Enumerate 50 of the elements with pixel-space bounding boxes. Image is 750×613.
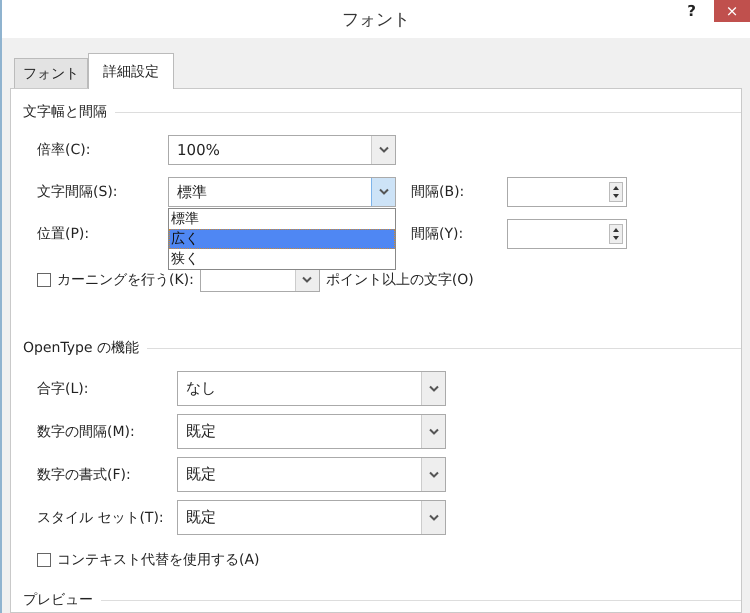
dropdown-button[interactable]	[421, 458, 445, 491]
dropdown-button[interactable]	[294, 269, 319, 291]
field-label: 文字間隔(S):	[37, 183, 119, 201]
dropdown-button[interactable]	[421, 501, 445, 534]
help-button[interactable]: ?	[687, 2, 696, 20]
field-label: 間隔(Y):	[411, 225, 464, 243]
spinner-arrows-icon	[609, 182, 623, 202]
field-label: 位置(P):	[37, 225, 90, 243]
group-heading: 文字幅と間隔	[23, 103, 107, 121]
field-label: 倍率(C):	[37, 141, 92, 159]
dropdown-option[interactable]: 狭く	[169, 249, 395, 269]
chevron-down-icon	[428, 384, 440, 392]
dropdown-button[interactable]	[371, 178, 395, 206]
checkbox-label: コンテキスト代替を使用する(A)	[57, 551, 260, 569]
spinner-arrows-icon	[609, 224, 623, 244]
chevron-down-icon	[428, 428, 440, 436]
spin-field[interactable]	[507, 177, 627, 207]
field-label: ポイント以上の文字(O)	[326, 271, 474, 289]
dropdown-field[interactable]: 既定	[177, 414, 446, 449]
dropdown-field[interactable]: 100%	[168, 135, 396, 165]
close-button[interactable]: ×	[714, 0, 750, 22]
window-title: フォント	[342, 8, 410, 30]
checkbox[interactable]	[37, 273, 51, 287]
dropdown-field[interactable]: なし	[177, 371, 446, 406]
chevron-down-icon	[301, 276, 314, 284]
checkbox[interactable]	[37, 553, 51, 567]
dropdown-button[interactable]	[421, 372, 445, 405]
chevron-down-icon	[428, 514, 440, 522]
dropdown-option[interactable]: 広く	[169, 229, 395, 249]
tab[interactable]: フォント	[14, 58, 88, 88]
field-label: 数字の書式(F):	[37, 466, 132, 484]
group-heading: OpenType の機能	[23, 339, 139, 357]
chevron-down-icon	[378, 188, 390, 196]
field-label: 合字(L):	[37, 380, 90, 398]
dropdown-field[interactable]	[200, 268, 320, 292]
field-label: 数字の間隔(M):	[37, 422, 136, 440]
dropdown-button[interactable]	[371, 136, 395, 164]
dropdown-field[interactable]: 標準	[168, 177, 396, 207]
spin-field[interactable]	[507, 219, 627, 249]
tab[interactable]: 詳細設定	[88, 53, 174, 89]
chevron-down-icon	[378, 146, 390, 154]
dropdown-field[interactable]: 既定	[177, 500, 446, 535]
chevron-down-icon	[428, 470, 440, 478]
field-label: 間隔(B):	[411, 183, 466, 201]
field-label: スタイル セット(T):	[37, 508, 165, 526]
dropdown-button[interactable]	[421, 415, 445, 448]
dropdown-field[interactable]: 既定	[177, 457, 446, 492]
group-heading: プレビュー	[23, 591, 93, 609]
dropdown-option[interactable]: 標準	[169, 209, 395, 229]
checkbox-label: カーニングを行う(K):	[57, 271, 194, 289]
